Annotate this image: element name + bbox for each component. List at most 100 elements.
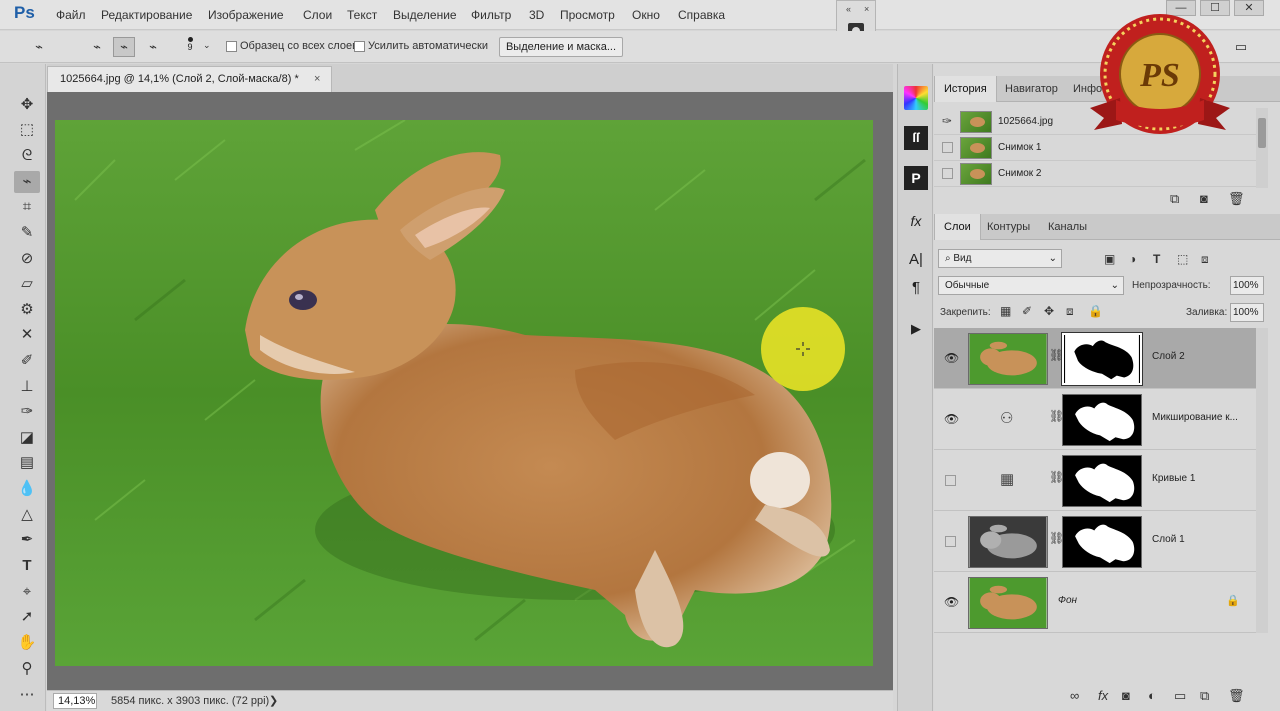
menu-image[interactable]: Изображение — [208, 8, 284, 22]
color-panel-icon[interactable] — [904, 86, 928, 110]
filter-shape-icon[interactable]: ⬚ — [1177, 252, 1188, 266]
tab-channels[interactable]: Каналы — [1039, 214, 1096, 240]
history-item[interactable]: Снимок 2 — [934, 160, 1256, 187]
crop-tool-icon[interactable]: ⌗ — [14, 196, 40, 218]
menu-filter[interactable]: Фильтр — [471, 8, 511, 22]
quick-selection-tool-icon[interactable]: ⌁ — [14, 171, 40, 193]
sample-all-layers-checkbox[interactable] — [226, 41, 237, 52]
marquee-tool-icon[interactable]: ⬚ — [14, 119, 40, 141]
visibility-eye-icon[interactable]: 👁 — [944, 412, 959, 426]
trash-icon[interactable]: 🗑 — [1228, 191, 1245, 207]
lock-transparent-icon[interactable]: ▦ — [1000, 304, 1011, 318]
styles-panel-icon[interactable]: fx — [904, 209, 928, 233]
curves-adjustment-icon[interactable]: ▦ — [1000, 470, 1014, 488]
history-brush-tool-icon[interactable]: ✑ — [14, 401, 40, 423]
lock-position-icon[interactable]: ✥ — [1044, 304, 1054, 318]
lock-artboard-icon[interactable]: ⧈ — [1066, 304, 1074, 319]
blend-mode-select[interactable]: Обычные ⌄ — [938, 276, 1124, 295]
filter-type-icon[interactable]: T — [1153, 252, 1160, 266]
patch-tool-icon[interactable]: ▱ — [14, 273, 40, 295]
brush-tool-icon[interactable]: ✐ — [14, 350, 40, 372]
visibility-eye-icon[interactable]: 👁 — [944, 351, 959, 365]
layer-style-fx-icon[interactable]: fx — [1098, 688, 1108, 703]
move-tool-icon[interactable]: ✥ — [14, 94, 40, 116]
select-and-mask-button[interactable]: Выделение и маска... — [499, 37, 623, 57]
new-selection-icon[interactable]: ⌁ — [86, 37, 108, 57]
lock-all-icon[interactable]: 🔒 — [1088, 304, 1103, 318]
status-menu-arrow-icon[interactable]: ❯ — [269, 694, 278, 707]
tab-paths[interactable]: Контуры — [978, 214, 1039, 240]
add-mask-icon[interactable]: ◙ — [1122, 688, 1130, 703]
menu-view[interactable]: Просмотр — [560, 8, 615, 22]
menu-window[interactable]: Окно — [632, 8, 660, 22]
clone-stamp-tool-icon[interactable]: ⊥ — [14, 376, 40, 398]
layer-row[interactable]: ⛓ Слой 1 — [934, 511, 1256, 572]
layer-mask-thumbnail[interactable] — [1062, 455, 1142, 507]
layer-mask-thumbnail[interactable] — [1061, 332, 1143, 386]
zoom-level-field[interactable]: 14,13% — [53, 693, 97, 709]
brush-size-picker[interactable]: 9 — [181, 34, 199, 60]
new-adjustment-layer-icon[interactable]: ◐ — [1148, 688, 1156, 703]
layer-thumbnail[interactable] — [968, 333, 1048, 385]
delete-layer-icon[interactable]: 🗑 — [1228, 688, 1245, 704]
close-tab-icon[interactable]: × — [314, 67, 320, 91]
menu-layers[interactable]: Слои — [303, 8, 332, 22]
layer-mask-thumbnail[interactable] — [1062, 516, 1142, 568]
gradient-tool-icon[interactable]: ▤ — [14, 452, 40, 474]
lock-image-icon[interactable]: ✐ — [1022, 304, 1032, 318]
hand-tool-icon[interactable]: ✋ — [14, 632, 40, 654]
menu-select[interactable]: Выделение — [393, 8, 457, 22]
channel-mixer-adjustment-icon[interactable]: ⚇ — [1000, 409, 1013, 427]
pen-tool-icon[interactable]: ✒ — [14, 529, 40, 551]
eraser-tool-icon[interactable]: ◪ — [14, 427, 40, 449]
tab-layers[interactable]: Слои — [934, 214, 981, 240]
layer-row[interactable]: 👁 ⛓ Слой 2 — [934, 328, 1256, 389]
direct-selection-tool-icon[interactable]: ➚ — [14, 606, 40, 628]
menu-edit[interactable]: Редактирование — [101, 8, 192, 22]
layer-mask-thumbnail[interactable] — [1062, 394, 1142, 446]
auto-enhance-checkbox[interactable] — [354, 41, 365, 52]
layer-row[interactable]: ▦ ⛓ Кривые 1 — [934, 450, 1256, 511]
filter-smart-object-icon[interactable]: ⧈ — [1201, 252, 1209, 267]
plugin-icon[interactable]: ſſ — [904, 126, 928, 150]
tab-navigator[interactable]: Навигатор — [996, 76, 1067, 102]
layers-scrollbar[interactable] — [1256, 328, 1268, 633]
menu-help[interactable]: Справка — [678, 8, 725, 22]
layer-row[interactable]: 👁 ⚇ ⛓ Микширование к... — [934, 389, 1256, 450]
layer-thumbnail[interactable] — [968, 577, 1048, 629]
red-eye-tool-icon[interactable]: ✕ — [14, 324, 40, 346]
history-brush-icon[interactable]: ✑ — [942, 108, 952, 135]
visibility-eye-icon[interactable]: 👁 — [944, 595, 959, 609]
subtract-selection-icon[interactable]: ⌁ — [142, 37, 164, 57]
menu-file[interactable]: Файл — [56, 8, 86, 22]
add-to-selection-icon[interactable]: ⌁ — [113, 37, 135, 57]
close-button[interactable]: ✕ — [1234, 0, 1264, 16]
layer-row[interactable]: 👁 Фон 🔒 — [934, 572, 1256, 633]
visibility-toggle[interactable] — [945, 475, 956, 486]
character-panel-icon[interactable]: A| — [904, 248, 928, 272]
filter-pixel-icon[interactable]: ▣ — [1104, 252, 1115, 266]
opacity-field[interactable]: 100% — [1230, 276, 1264, 295]
document-tab[interactable]: 1025664.jpg @ 14,1% (Слой 2, Слой-маска/… — [47, 66, 332, 92]
path-selection-tool-icon[interactable]: ⌖ — [14, 581, 40, 603]
blur-tool-icon[interactable]: 💧 — [14, 478, 40, 500]
type-tool-icon[interactable]: T — [14, 555, 40, 577]
menu-type[interactable]: Текст — [347, 8, 377, 22]
document-image[interactable] — [55, 120, 873, 666]
fill-field[interactable]: 100% — [1230, 303, 1264, 322]
new-layer-icon[interactable]: ⧉ — [1200, 688, 1209, 704]
content-aware-move-icon[interactable]: ⚙ — [14, 299, 40, 321]
actions-panel-icon[interactable]: ▶ — [904, 317, 928, 341]
filter-adjustment-icon[interactable]: ◑ — [1129, 252, 1136, 266]
visibility-toggle[interactable] — [945, 536, 956, 547]
more-tools-icon[interactable]: ⋯ — [14, 684, 40, 706]
snapshot-camera-icon[interactable]: ◙ — [1200, 191, 1208, 206]
menu-3d[interactable]: 3D — [529, 8, 544, 22]
layer-thumbnail[interactable] — [968, 516, 1048, 568]
plugin-p-icon[interactable]: P — [904, 166, 928, 190]
tab-history[interactable]: История — [934, 76, 997, 102]
history-scrollbar[interactable] — [1256, 108, 1268, 188]
history-source-checkbox[interactable] — [942, 142, 953, 153]
sharpen-tool-icon[interactable]: △ — [14, 504, 40, 526]
zoom-tool-icon[interactable]: ⚲ — [14, 658, 40, 680]
